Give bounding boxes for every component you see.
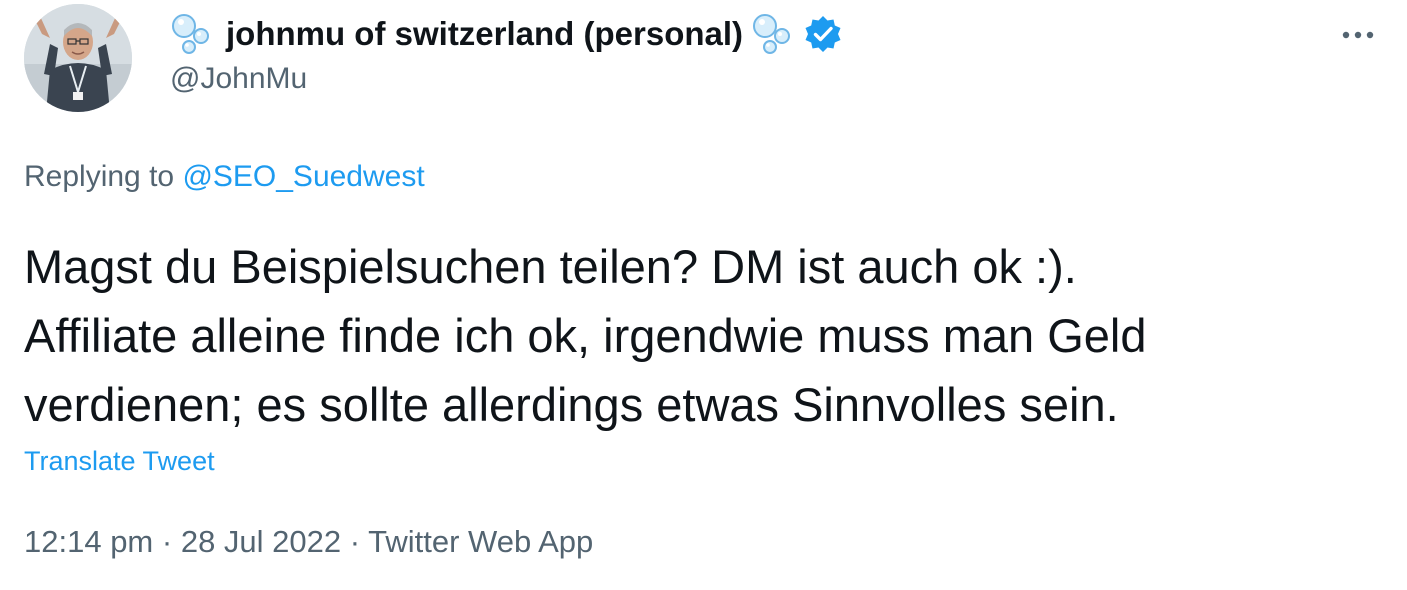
reply-to-handle-link[interactable]: @SEO_Suedwest <box>182 160 424 193</box>
more-dots-icon[interactable] <box>1336 20 1380 50</box>
author-display-name[interactable]: johnmu of switzerland (personal) <box>226 15 743 53</box>
tweet-text-line: verdienen; es sollte allerdings etwas Si… <box>24 378 1119 431</box>
tweet-time-link[interactable]: 12:14 pm <box>24 524 153 559</box>
meta-separator: · <box>153 524 181 559</box>
bubbles-icon <box>753 14 791 54</box>
tweet-source-link[interactable]: Twitter Web App <box>368 524 593 559</box>
tweet-date-link[interactable]: 28 Jul 2022 <box>181 524 341 559</box>
bubbles-icon <box>172 14 209 54</box>
tweet-text: Magst du Beispielsuchen teilen? DM ist a… <box>24 232 1374 439</box>
avatar[interactable] <box>24 4 132 112</box>
author-name-row: johnmu of switzerland (personal) <box>170 12 843 56</box>
tweet-text-line: Magst du Beispielsuchen teilen? DM ist a… <box>24 240 1077 293</box>
replying-to: Replying to @SEO_Suedwest <box>24 160 425 194</box>
tweet-card: johnmu of switzerland (personal) @JohnMu… <box>0 0 1407 590</box>
replying-to-label: Replying to <box>24 160 175 193</box>
tweet-meta: 12:14 pm · 28 Jul 2022 · Twitter Web App <box>24 524 593 560</box>
verified-badge-icon[interactable] <box>803 14 843 54</box>
translate-tweet-link[interactable]: Translate Tweet <box>24 446 215 477</box>
avatar-photo-icon <box>24 4 132 112</box>
tweet-text-line: Affiliate alleine finde ich ok, irgendwi… <box>24 309 1147 362</box>
author-handle[interactable]: @JohnMu <box>170 62 307 96</box>
meta-separator: · <box>341 524 369 559</box>
